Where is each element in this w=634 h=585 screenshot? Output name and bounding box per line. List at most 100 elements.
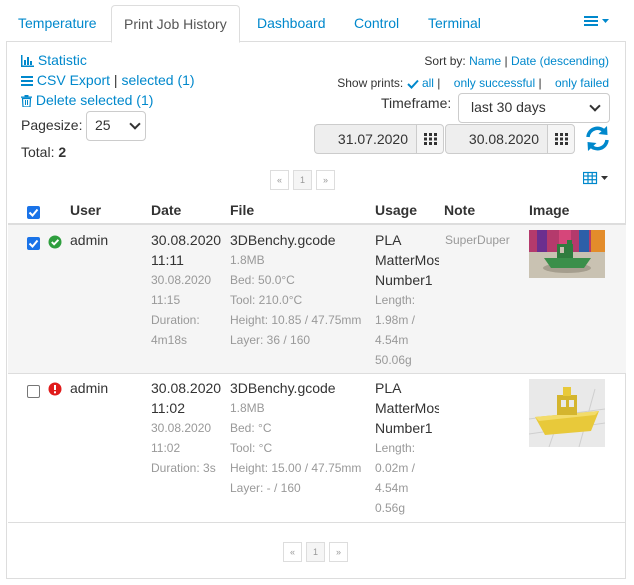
check-icon <box>28 239 39 248</box>
row-image-thumbnail[interactable] <box>529 230 605 278</box>
show-only-successful-link[interactable]: only successful <box>454 76 535 90</box>
print-render-image <box>529 387 605 447</box>
row-layer: Layer: 36 / 160 <box>230 333 311 347</box>
row-end-time: 11:15 <box>151 293 181 307</box>
column-header-usage[interactable]: Usage <box>375 202 417 218</box>
delete-selected-link[interactable]: Delete selected (1) <box>21 92 153 108</box>
statistic-link[interactable]: Statistic <box>21 52 87 68</box>
column-header-file[interactable]: File <box>230 202 254 218</box>
csv-separator: | <box>113 72 118 88</box>
show-prints-separator-1: | <box>437 76 441 90</box>
row-usage-length: 1.98m / <box>375 313 416 327</box>
print-history-panel: Statistic CSV Export | selected (1) Dele… <box>6 41 626 579</box>
row-usage-weight: 0.56g <box>375 501 406 515</box>
table-row[interactable]: admin 30.08.2020 11:11 30.08.2020 11:15 … <box>8 225 626 373</box>
row-file-name: 3DBenchy.gcode <box>230 232 336 248</box>
timeframe-select[interactable]: last 30 days <box>458 93 610 123</box>
table-row[interactable]: admin 30.08.2020 11:02 30.08.2020 11:02 … <box>8 374 626 522</box>
row-usage: PLA MatterMost Number1 Length: 0.02m / 4… <box>375 378 439 518</box>
row-divider <box>8 522 626 523</box>
row-duration: Duration: 3s <box>151 461 216 475</box>
row-usage-spool: Number1 <box>375 272 433 288</box>
tab-overflow-menu[interactable] <box>584 14 610 31</box>
tab-dashboard[interactable]: Dashboard <box>245 5 338 42</box>
select-all-checkbox[interactable] <box>27 206 40 219</box>
chevron-down-icon <box>129 118 141 130</box>
row-usage-length-total: 4.54m <box>375 481 409 495</box>
row-tool-temp: Tool: °C <box>230 441 273 455</box>
tab-terminal[interactable]: Terminal <box>416 5 493 42</box>
show-all-link[interactable]: all <box>422 76 434 90</box>
pagination-page[interactable]: 1 <box>293 170 312 190</box>
tab-control[interactable]: Control <box>342 5 411 42</box>
row-image-thumbnail[interactable] <box>529 379 605 447</box>
column-chooser-button[interactable] <box>582 171 611 188</box>
pagination-next[interactable]: » <box>329 542 348 562</box>
row-date: 30.08.2020 11:11 30.08.2020 11:15 Durati… <box>151 230 231 350</box>
show-prints-separator-2: | <box>538 76 542 90</box>
row-file-size: 1.8MB <box>230 253 265 267</box>
row-user: admin <box>70 232 109 248</box>
row-height: Height: 10.85 / 47.75mm <box>230 313 362 327</box>
row-height: Height: 15.00 / 47.75mm <box>230 461 362 475</box>
total-value: 2 <box>58 144 67 160</box>
tab-print-job-history[interactable]: Print Job History <box>111 5 240 43</box>
pagination-next[interactable]: » <box>316 170 335 190</box>
row-usage-vendor: MatterMost <box>375 400 439 416</box>
column-header-image[interactable]: Image <box>529 202 569 218</box>
csv-export-link[interactable]: CSV Export <box>37 72 110 88</box>
tab-temperature[interactable]: Temperature <box>6 5 109 42</box>
row-usage-material: PLA <box>375 380 402 396</box>
date-from-input[interactable]: 31.07.2020 <box>314 124 417 154</box>
row-bed-temp: Bed: °C <box>230 421 272 435</box>
row-note: SuperDuper <box>445 233 510 247</box>
check-icon <box>406 79 419 89</box>
show-prints-filter: Show prints: all | only successful | onl… <box>337 76 609 90</box>
column-header-date[interactable]: Date <box>151 202 181 218</box>
sort-by-date-link[interactable]: Date (descending) <box>511 54 609 68</box>
date-from-picker-button[interactable] <box>416 124 444 154</box>
row-usage: PLA MatterMost Number1 Length: 1.98m / 4… <box>375 230 439 370</box>
row-file-size: 1.8MB <box>230 401 265 415</box>
row-end-time: 11:02 <box>151 441 181 455</box>
status-failed-icon <box>48 382 62 399</box>
column-header-note[interactable]: Note <box>444 202 475 218</box>
row-bed-temp: Bed: 50.0°C <box>230 273 295 287</box>
csv-export-selected-link[interactable]: selected (1) <box>121 72 194 88</box>
tab-bar: Temperature Print Job History Dashboard … <box>6 4 626 43</box>
show-only-failed-link[interactable]: only failed <box>555 76 609 90</box>
row-layer: Layer: - / 160 <box>230 481 301 495</box>
row-duration-label: Duration: <box>151 313 200 327</box>
chevron-down-icon <box>589 100 601 112</box>
row-usage-length-label: Length: <box>375 441 416 455</box>
row-start-date: 30.08.2020 <box>151 232 222 248</box>
csv-export-row: CSV Export | selected (1) <box>21 72 195 88</box>
row-usage-length-total: 4.54m <box>375 333 409 347</box>
date-to-input[interactable]: 30.08.2020 <box>445 124 548 154</box>
date-to-picker-button[interactable] <box>547 124 575 154</box>
check-icon <box>28 208 39 217</box>
row-select-checkbox[interactable] <box>27 385 40 398</box>
pagination-prev[interactable]: « <box>283 542 302 562</box>
sort-by-controls: Sort by: Name | Date (descending) <box>424 54 609 68</box>
table-columns-icon <box>582 171 608 185</box>
pagination-top: « 1 » <box>270 170 336 190</box>
caret-down-icon <box>601 176 608 180</box>
pagesize-label: Pagesize: <box>21 117 83 133</box>
hamburger-icon <box>584 16 609 26</box>
row-duration-value: 4m18s <box>151 333 188 347</box>
sort-by-name-link[interactable]: Name <box>469 54 501 68</box>
row-start-time: 11:02 <box>151 400 185 416</box>
calendar-grid-icon <box>424 133 437 145</box>
row-usage-weight: 50.06g <box>375 353 412 367</box>
pagesize-select[interactable]: 25 <box>86 111 146 141</box>
total-label: Total: <box>21 144 55 160</box>
pagination-page[interactable]: 1 <box>306 542 325 562</box>
pagination-prev[interactable]: « <box>270 170 289 190</box>
row-date: 30.08.2020 11:02 30.08.2020 11:02 Durati… <box>151 378 231 478</box>
sort-separator: | <box>504 54 508 68</box>
row-select-checkbox[interactable] <box>27 237 40 250</box>
column-header-user[interactable]: User <box>70 202 101 218</box>
row-file: 3DBenchy.gcode 1.8MB Bed: 50.0°C Tool: 2… <box>230 230 370 350</box>
refresh-button[interactable] <box>584 125 611 155</box>
